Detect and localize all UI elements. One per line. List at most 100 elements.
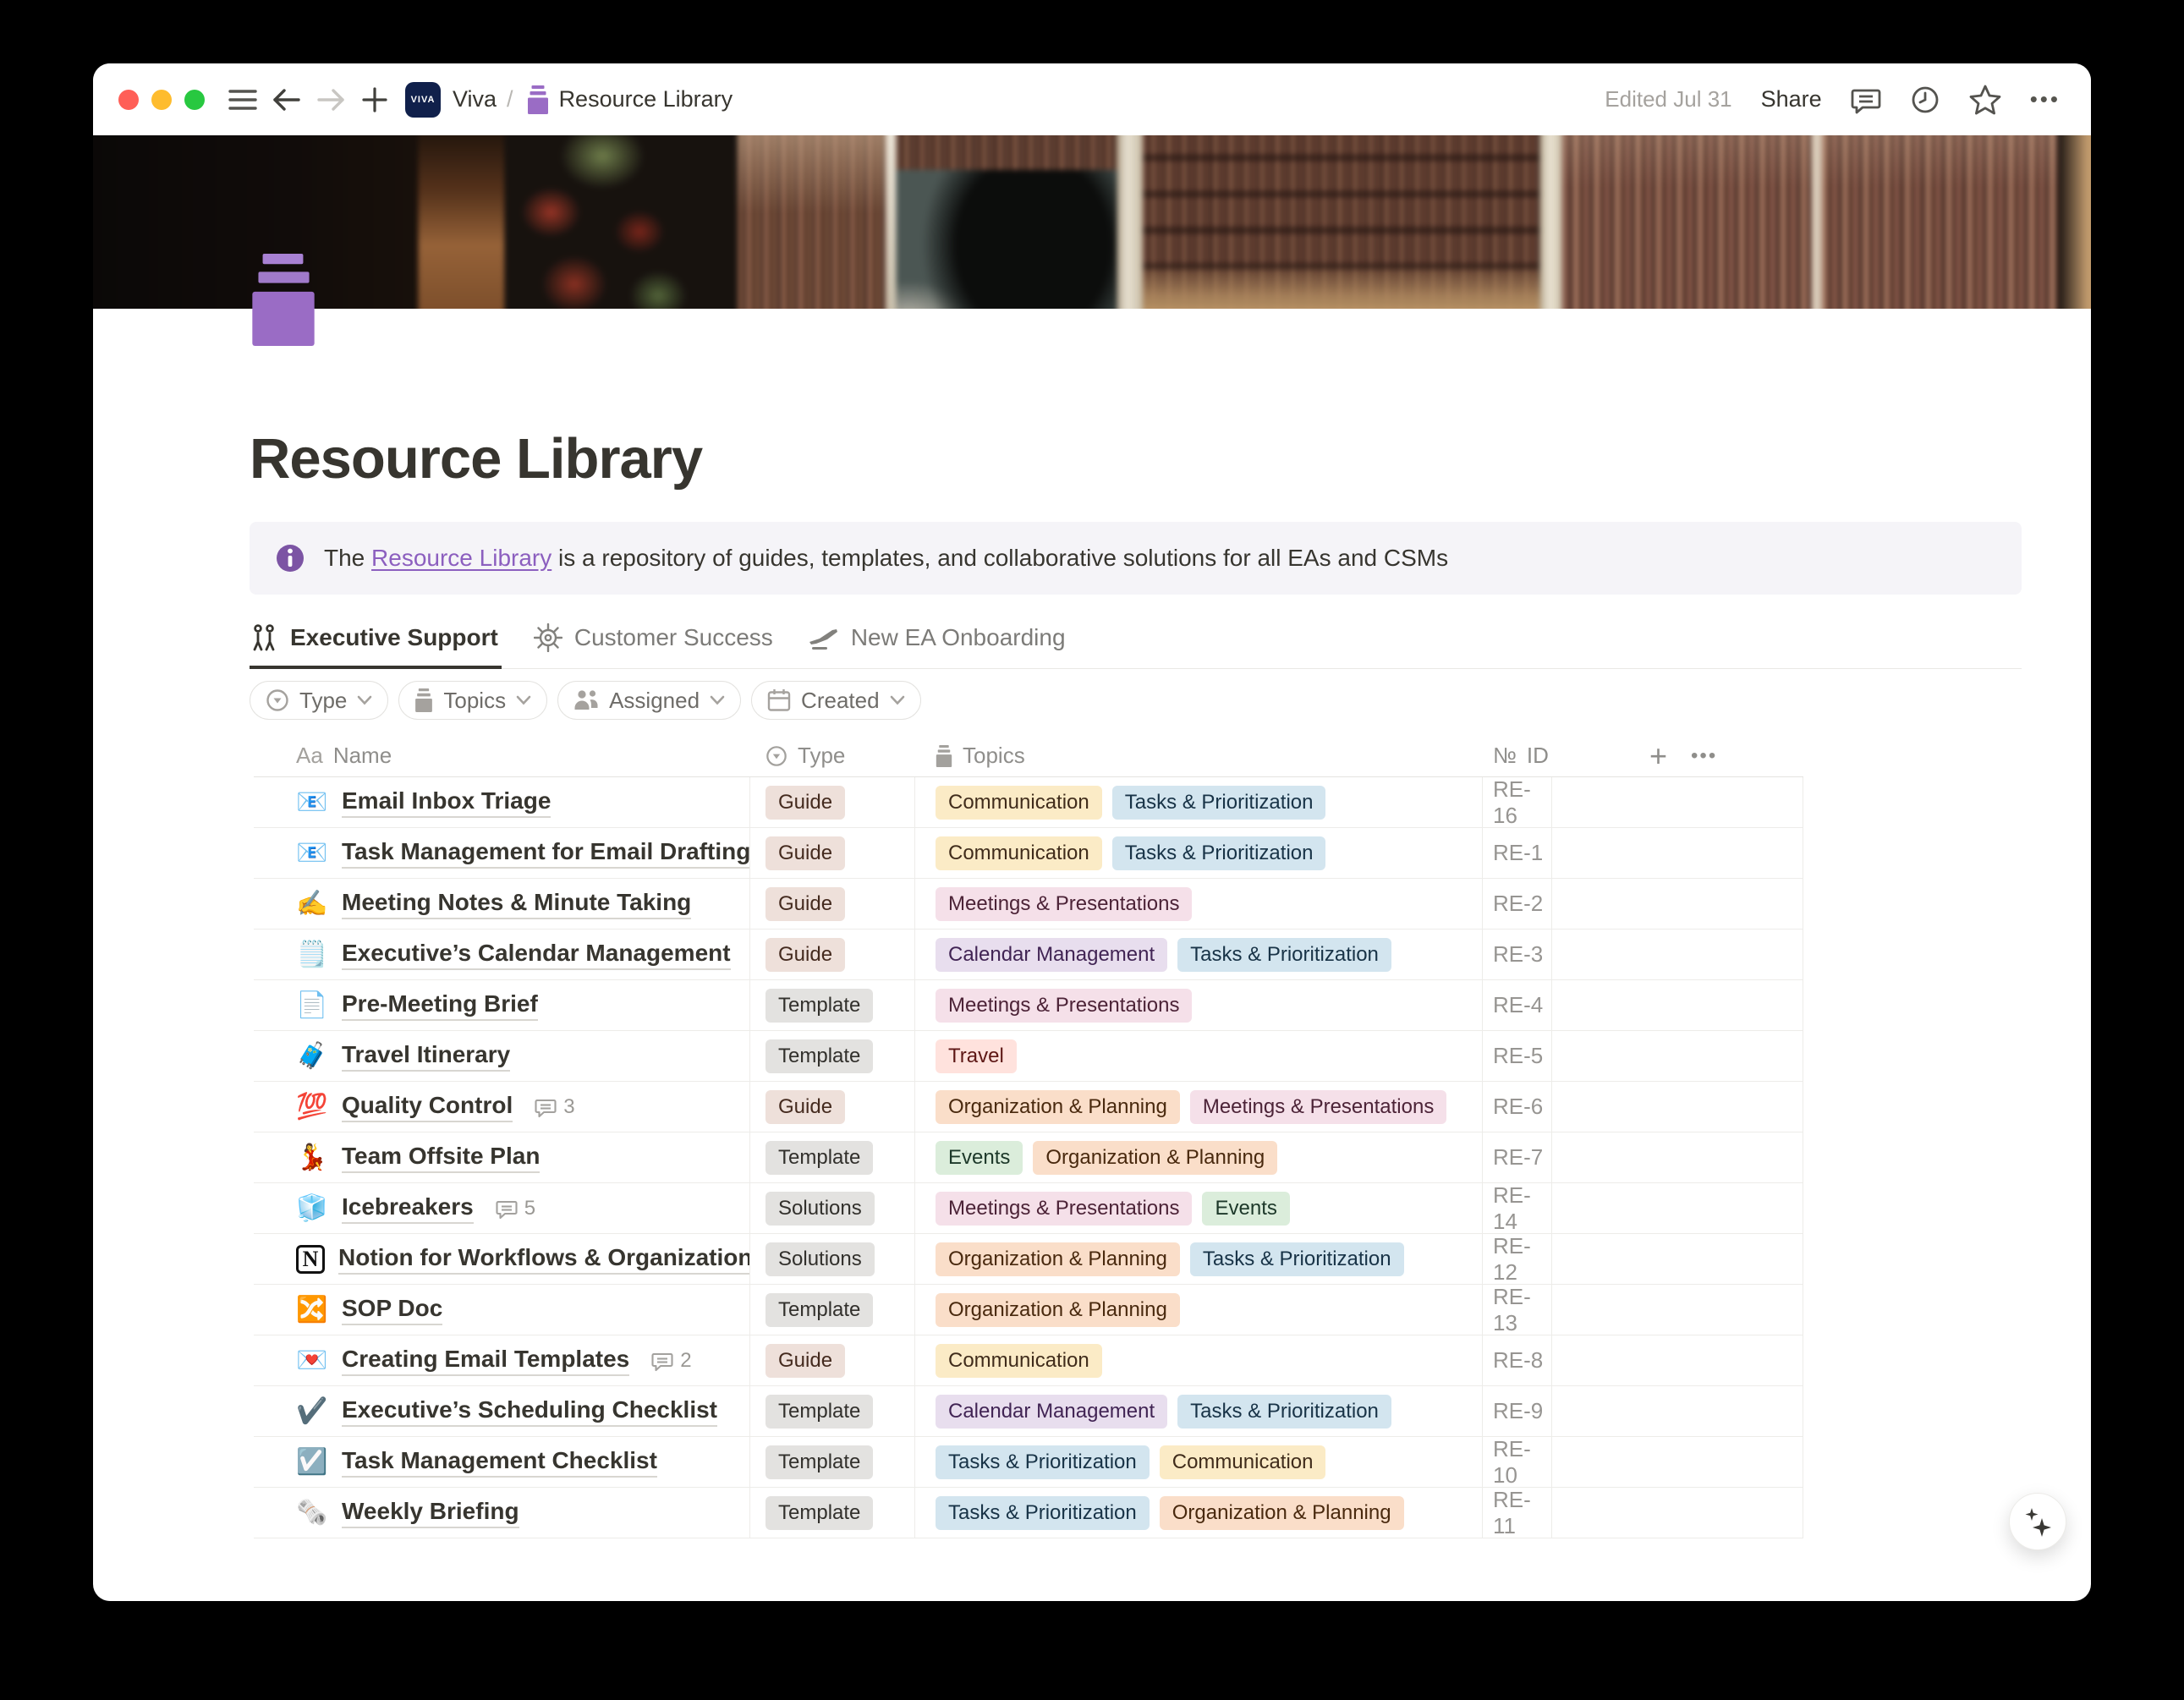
row-id-cell[interactable]: RE-13 bbox=[1483, 1285, 1552, 1335]
row-page-link[interactable]: Executive’s Scheduling Checklist bbox=[342, 1396, 717, 1427]
row-name-cell[interactable]: 🧊 Icebreakers 5 bbox=[254, 1183, 750, 1233]
row-id-cell[interactable]: RE-2 bbox=[1483, 879, 1552, 929]
row-id-cell[interactable]: RE-16 bbox=[1483, 777, 1552, 827]
row-page-link[interactable]: Executive’s Calendar Management bbox=[342, 940, 731, 970]
row-topics-cell[interactable]: Travel bbox=[915, 1031, 1483, 1081]
row-name-cell[interactable]: 📧 Email Inbox Triage bbox=[254, 777, 750, 827]
column-header-id[interactable]: № ID bbox=[1483, 743, 1552, 769]
row-page-link[interactable]: Creating Email Templates bbox=[342, 1346, 629, 1376]
table-more-options[interactable]: ••• bbox=[1691, 744, 1717, 768]
row-page-link[interactable]: Notion for Workflows & Organization bbox=[338, 1244, 750, 1275]
row-type-cell[interactable]: Guide bbox=[750, 930, 915, 979]
row-topics-cell[interactable]: EventsOrganization & Planning bbox=[915, 1132, 1483, 1182]
row-id-cell[interactable]: RE-10 bbox=[1483, 1437, 1552, 1487]
new-tab-icon[interactable] bbox=[356, 81, 393, 118]
row-name-cell[interactable]: ☑️ Task Management Checklist bbox=[254, 1437, 750, 1487]
row-type-cell[interactable]: Template bbox=[750, 1437, 915, 1487]
row-name-cell[interactable]: 📄 Pre-Meeting Brief bbox=[254, 980, 750, 1030]
row-topics-cell[interactable]: Organization & PlanningTasks & Prioritiz… bbox=[915, 1234, 1483, 1284]
row-page-link[interactable]: Team Offsite Plan bbox=[342, 1143, 540, 1173]
row-type-cell[interactable]: Template bbox=[750, 1132, 915, 1182]
row-name-cell[interactable]: ✔️ Executive’s Scheduling Checklist bbox=[254, 1386, 750, 1436]
tab-new-ea-onboarding[interactable]: New EA Onboarding bbox=[809, 623, 1069, 669]
row-type-cell[interactable]: Guide bbox=[750, 777, 915, 827]
filter-type[interactable]: Type bbox=[250, 681, 388, 720]
row-topics-cell[interactable]: Organization & Planning bbox=[915, 1285, 1483, 1335]
row-name-cell[interactable]: 🗒️ Executive’s Calendar Management 1 bbox=[254, 930, 750, 979]
row-type-cell[interactable]: Template bbox=[750, 1488, 915, 1538]
add-property-button[interactable]: + bbox=[1649, 741, 1667, 771]
comments-icon[interactable] bbox=[1851, 85, 1881, 115]
row-id-cell[interactable]: RE-3 bbox=[1483, 930, 1552, 979]
row-topics-cell[interactable]: Calendar ManagementTasks & Prioritizatio… bbox=[915, 1386, 1483, 1436]
more-options-icon[interactable]: ••• bbox=[2030, 86, 2061, 112]
row-page-link[interactable]: Email Inbox Triage bbox=[342, 787, 551, 818]
row-type-cell[interactable]: Template bbox=[750, 1386, 915, 1436]
row-topics-cell[interactable]: Meetings & Presentations bbox=[915, 980, 1483, 1030]
row-type-cell[interactable]: Solutions bbox=[750, 1183, 915, 1233]
filter-topics[interactable]: Topics bbox=[398, 681, 547, 720]
row-name-cell[interactable]: 📧 Task Management for Email Drafting bbox=[254, 828, 750, 878]
row-type-cell[interactable]: Guide bbox=[750, 1082, 915, 1132]
workspace-logo[interactable]: VIVA bbox=[405, 82, 441, 118]
row-type-cell[interactable]: Template bbox=[750, 1285, 915, 1335]
row-page-link[interactable]: Meeting Notes & Minute Taking bbox=[342, 889, 691, 919]
history-clock-icon[interactable] bbox=[1910, 85, 1940, 115]
sidebar-toggle-icon[interactable] bbox=[224, 81, 261, 118]
row-id-cell[interactable]: RE-8 bbox=[1483, 1335, 1552, 1385]
row-topics-cell[interactable]: Tasks & PrioritizationCommunication bbox=[915, 1437, 1483, 1487]
row-page-link[interactable]: Task Management for Email Drafting bbox=[342, 838, 750, 869]
row-page-link[interactable]: Quality Control bbox=[342, 1092, 513, 1122]
row-id-cell[interactable]: RE-7 bbox=[1483, 1132, 1552, 1182]
close-window-button[interactable] bbox=[118, 90, 139, 110]
page-archive-icon[interactable] bbox=[252, 253, 315, 346]
row-type-cell[interactable]: Guide bbox=[750, 1335, 915, 1385]
row-type-cell[interactable]: Guide bbox=[750, 879, 915, 929]
row-page-link[interactable]: SOP Doc bbox=[342, 1295, 442, 1325]
column-header-type[interactable]: Type bbox=[750, 743, 915, 769]
row-name-cell[interactable]: N Notion for Workflows & Organization bbox=[254, 1234, 750, 1284]
row-comment-count[interactable]: 2 bbox=[651, 1349, 691, 1373]
row-name-cell[interactable]: 💃 Team Offsite Plan bbox=[254, 1132, 750, 1182]
row-topics-cell[interactable]: Organization & PlanningMeetings & Presen… bbox=[915, 1082, 1483, 1132]
row-id-cell[interactable]: RE-11 bbox=[1483, 1488, 1552, 1538]
row-topics-cell[interactable]: Communication bbox=[915, 1335, 1483, 1385]
row-topics-cell[interactable]: CommunicationTasks & Prioritization bbox=[915, 777, 1483, 827]
row-id-cell[interactable]: RE-4 bbox=[1483, 980, 1552, 1030]
row-page-link[interactable]: Pre-Meeting Brief bbox=[342, 990, 538, 1021]
filter-assigned[interactable]: Assigned bbox=[557, 681, 741, 720]
row-name-cell[interactable]: 🗞️ Weekly Briefing bbox=[254, 1488, 750, 1538]
tab-customer-success[interactable]: Customer Success bbox=[534, 623, 776, 669]
row-id-cell[interactable]: RE-5 bbox=[1483, 1031, 1552, 1081]
filter-created[interactable]: Created bbox=[751, 681, 921, 720]
row-topics-cell[interactable]: Meetings & PresentationsEvents bbox=[915, 1183, 1483, 1233]
row-topics-cell[interactable]: Calendar ManagementTasks & Prioritizatio… bbox=[915, 930, 1483, 979]
row-topics-cell[interactable]: CommunicationTasks & Prioritization bbox=[915, 828, 1483, 878]
row-type-cell[interactable]: Solutions bbox=[750, 1234, 915, 1284]
row-type-cell[interactable]: Template bbox=[750, 980, 915, 1030]
breadcrumb-workspace[interactable]: Viva bbox=[453, 86, 497, 112]
row-id-cell[interactable]: RE-14 bbox=[1483, 1183, 1552, 1233]
minimize-window-button[interactable] bbox=[151, 90, 172, 110]
row-page-link[interactable]: Weekly Briefing bbox=[342, 1498, 519, 1528]
back-icon[interactable] bbox=[268, 81, 305, 118]
row-id-cell[interactable]: RE-6 bbox=[1483, 1082, 1552, 1132]
column-header-name[interactable]: Aa Name bbox=[254, 743, 750, 769]
favorite-star-icon[interactable] bbox=[1969, 85, 2001, 115]
tab-executive-support[interactable]: Executive Support bbox=[250, 623, 502, 669]
breadcrumb-page[interactable]: Resource Library bbox=[559, 86, 733, 112]
row-name-cell[interactable]: 🔀 SOP Doc bbox=[254, 1285, 750, 1335]
row-topics-cell[interactable]: Tasks & PrioritizationOrganization & Pla… bbox=[915, 1488, 1483, 1538]
resource-library-link[interactable]: Resource Library bbox=[371, 545, 551, 571]
zoom-window-button[interactable] bbox=[184, 90, 205, 110]
row-page-link[interactable]: Travel Itinerary bbox=[342, 1041, 510, 1072]
row-type-cell[interactable]: Template bbox=[750, 1031, 915, 1081]
page-title[interactable]: Resource Library bbox=[250, 427, 2022, 491]
row-comment-count[interactable]: 3 bbox=[535, 1095, 574, 1119]
row-comment-count[interactable]: 5 bbox=[496, 1197, 535, 1220]
forward-icon[interactable] bbox=[312, 81, 349, 118]
column-header-topics[interactable]: Topics bbox=[915, 743, 1483, 769]
row-page-link[interactable]: Task Management Checklist bbox=[342, 1447, 657, 1478]
row-name-cell[interactable]: ✍️ Meeting Notes & Minute Taking bbox=[254, 879, 750, 929]
row-type-cell[interactable]: Guide bbox=[750, 828, 915, 878]
